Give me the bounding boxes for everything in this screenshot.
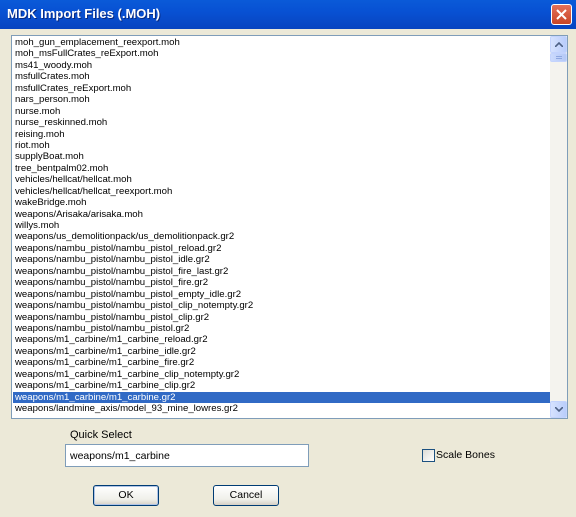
list-item[interactable]: tree_bentpalm02.moh [13,163,550,174]
close-icon [556,9,567,20]
list-item[interactable]: weapons/nambu_pistol/nambu_pistol_fire.g… [13,277,550,288]
import-files-dialog: MDK Import Files (.MOH) moh_gun_emplacem… [0,0,576,517]
arrow-up-icon [555,42,563,47]
thumb-grip-line [556,58,562,59]
list-item[interactable]: weapons/nambu_pistol/nambu_pistol_clip.g… [13,312,550,323]
list-item[interactable]: nurse_reskinned.moh [13,117,550,128]
list-item[interactable]: vehicles/hellcat/hellcat_reexport.moh [13,186,550,197]
list-item[interactable]: riot.moh [13,140,550,151]
list-item[interactable]: moh_gun_emplacement_reexport.moh [13,37,550,48]
list-item[interactable]: reising.moh [13,129,550,140]
list-item[interactable]: vehicles/hellcat/hellcat.moh [13,174,550,185]
list-item[interactable]: ms41_woody.moh [13,60,550,71]
thumb-grip-line [556,56,562,57]
close-button[interactable] [551,4,572,25]
scale-bones-checkbox[interactable] [422,449,435,462]
list-item[interactable]: weapons/nambu_pistol/nambu_pistol_clip_n… [13,300,550,311]
list-item[interactable]: supplyBoat.moh [13,151,550,162]
list-item[interactable]: weapons/m1_carbine/m1_carbine_clip.gr2 [13,380,550,391]
list-item[interactable]: weapons/nambu_pistol/nambu_pistol_reload… [13,243,550,254]
scroll-up-button[interactable] [550,36,567,53]
list-item[interactable]: weapons/nambu_pistol/nambu_pistol_idle.g… [13,254,550,265]
file-list[interactable]: moh_gun_emplacement_reexport.moh moh_msFu… [11,35,568,419]
file-list-items: moh_gun_emplacement_reexport.moh moh_msFu… [13,37,550,417]
title-bar[interactable]: MDK Import Files (.MOH) [0,0,576,29]
cancel-button[interactable]: Cancel [213,485,279,506]
quick-select-label: Quick Select [70,429,132,441]
list-item[interactable]: moh_msFullCrates_reExport.moh [13,48,550,59]
vertical-scrollbar[interactable] [550,36,567,418]
list-item[interactable]: weapons/m1_carbine/m1_carbine_reload.gr2 [13,334,550,345]
list-item-selected[interactable]: weapons/m1_carbine/m1_carbine.gr2 [13,391,550,403]
list-item[interactable]: msfullCrates.moh [13,71,550,82]
quick-select-input[interactable]: weapons/m1_carbine [65,444,309,467]
list-item[interactable]: weapons/nambu_pistol/nambu_pistol_empty_… [13,289,550,300]
window-title: MDK Import Files (.MOH) [7,6,161,21]
list-item[interactable]: weapons/landmine_axis/model_93_mine_lowr… [13,403,550,414]
list-item[interactable]: weapons/Arisaka/arisaka.moh [13,209,550,220]
ok-button[interactable]: OK [93,485,159,506]
list-item[interactable]: nars_person.moh [13,94,550,105]
list-item[interactable]: weapons/us_demolitionpack/us_demolitionp… [13,231,550,242]
list-item[interactable]: weapons/nambu_pistol/nambu_pistol.gr2 [13,323,550,334]
list-item[interactable]: weapons/nambu_pistol/nambu_pistol_fire_l… [13,266,550,277]
arrow-down-icon [555,407,563,412]
list-item[interactable]: willys.moh [13,220,550,231]
list-item[interactable]: weapons/m1_carbine/m1_carbine_idle.gr2 [13,346,550,357]
list-item[interactable]: nurse.moh [13,106,550,117]
list-item[interactable]: weapons/m1_carbine/m1_carbine_clip_notem… [13,369,550,380]
scroll-down-button[interactable] [550,401,567,418]
list-item[interactable]: wakeBridge.moh [13,197,550,208]
scroll-thumb[interactable] [550,53,567,62]
list-item[interactable]: weapons/m1_carbine/m1_carbine_fire.gr2 [13,357,550,368]
list-item[interactable]: msfullCrates_reExport.moh [13,83,550,94]
scale-bones-label: Scale Bones [436,449,495,461]
